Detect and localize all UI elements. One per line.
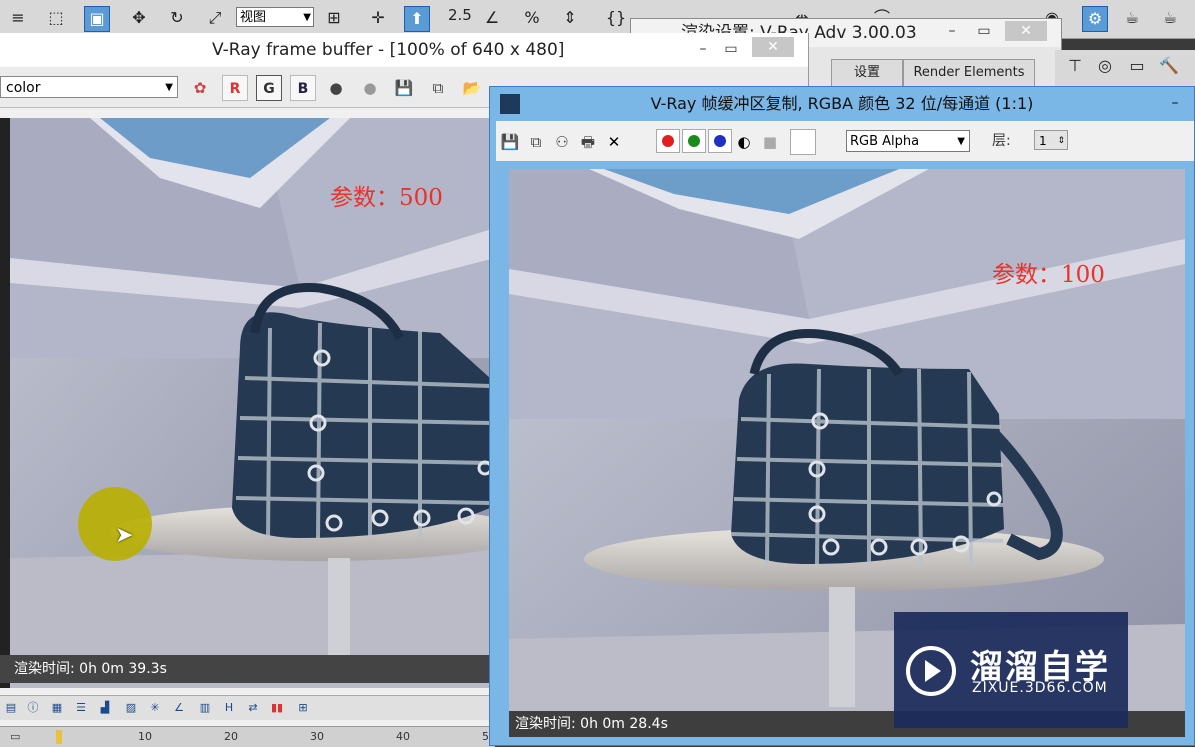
rotate-icon[interactable]: ↻ [165, 6, 189, 30]
vfb-copy-toolbar: 💾 ⧉ ⚇ 🖶 ✕ ◐ ■ RGB Alpha ▼ 层: 1 ⇕ [496, 121, 1194, 161]
background-color-swatch[interactable] [790, 129, 816, 155]
load-icon[interactable]: 📂 [460, 76, 484, 100]
vfb-main-title: V-Ray frame buffer - [100% of 640 x 480]… [0, 33, 808, 67]
levels-icon[interactable]: ▦ [48, 700, 66, 716]
compare-icon[interactable]: ⇄ [244, 700, 262, 716]
vray-logo-icon [500, 94, 520, 114]
spinner-snap-icon[interactable]: ⇕ [558, 6, 582, 30]
render-production-icon[interactable]: ☕ [1158, 6, 1182, 30]
copy-icon[interactable]: ⧉ [524, 130, 548, 154]
utilities-icon[interactable]: 🔨 [1157, 54, 1181, 78]
close-button[interactable]: ✕ [752, 37, 794, 57]
channel-mode-select[interactable]: RGB Alpha ▼ [846, 130, 970, 152]
render-frame-icon[interactable]: ☕ [1120, 6, 1144, 30]
info-icon[interactable]: ⓘ [24, 700, 42, 716]
command-panel-tabs: ⊤ ◎ ▭ 🔨 [1055, 50, 1195, 86]
timeline[interactable]: ▭ 10 20 30 40 5 [0, 726, 495, 747]
ab-icon[interactable]: ▮▮ [268, 700, 286, 716]
tick-label: 30 [310, 730, 324, 743]
percent-snap-icon[interactable]: % [520, 6, 544, 30]
watermark-en: ZIXUE.3D66.COM [972, 680, 1108, 696]
red-channel-toggle[interactable] [656, 129, 680, 153]
watermark: 溜溜自学 ZIXUE.3D66.COM [894, 612, 1128, 728]
close-button[interactable]: ✕ [1005, 21, 1047, 41]
save-icon[interactable]: 💾 [498, 130, 522, 154]
move-icon[interactable]: ✥ [127, 6, 151, 30]
exposure-icon[interactable]: ▨ [122, 700, 140, 716]
tick-label: 20 [224, 730, 238, 743]
select-list-icon[interactable]: ≡ [6, 6, 30, 30]
lut-icon[interactable]: ☰ [72, 700, 90, 716]
align-icon[interactable]: ✛ [366, 6, 390, 30]
param-label-main: 参数：500 [330, 185, 443, 211]
timeline-slider[interactable]: ▭ [10, 730, 20, 743]
blue-channel-toggle[interactable] [708, 129, 732, 153]
minimize-button[interactable]: – [690, 39, 716, 59]
tick-label: 40 [396, 730, 410, 743]
histogram-icon[interactable]: ▟ [96, 700, 114, 716]
tab-render-elements[interactable]: Render Elements [903, 59, 1035, 87]
snap-value: 2.5 [448, 6, 472, 24]
minimize-button[interactable]: – [939, 21, 965, 41]
scale-icon[interactable]: ⤢ [203, 6, 227, 30]
green-channel-button[interactable]: G [256, 75, 282, 101]
layer-label: 层: [992, 133, 1011, 149]
render-setup-icon[interactable]: ⚙ [1082, 6, 1108, 32]
render-time-status-main: 渲染时间: 0h 0m 39.3s [0, 655, 495, 683]
ocio-icon[interactable]: ▥ [196, 700, 214, 716]
history-icon[interactable]: ▤ [2, 700, 20, 716]
named-selection-icon[interactable]: {} [604, 6, 628, 30]
window-crossing-icon[interactable]: ▣ [84, 6, 110, 32]
mouse-cursor-icon: ➤ [115, 523, 134, 548]
tab-settings[interactable]: 设置 [831, 59, 903, 87]
alpha-toggle-icon[interactable]: ◐ [732, 130, 756, 154]
save-all-icon[interactable]: ⧉ [426, 76, 450, 100]
motion-icon[interactable]: ◎ [1093, 54, 1117, 78]
region-select-icon[interactable]: ⬚ [44, 6, 68, 30]
print-icon[interactable]: 🖶 [576, 130, 600, 154]
tick-label: 5 [482, 730, 489, 743]
hierarchy-icon[interactable]: ⊤ [1063, 54, 1087, 78]
param-label-copy: 参数：100 [992, 262, 1105, 288]
alpha-channel-icon[interactable]: ● [324, 76, 348, 100]
curve-icon[interactable]: ∠ [170, 700, 188, 716]
mono-toggle-icon[interactable]: ■ [758, 130, 782, 154]
region-icon[interactable]: ⊞ [294, 700, 312, 716]
maximize-button[interactable]: ▭ [718, 39, 744, 59]
blue-channel-button[interactable]: B [290, 75, 316, 101]
clear-icon[interactable]: ✕ [602, 130, 626, 154]
save-icon[interactable]: 💾 [392, 76, 416, 100]
green-channel-toggle[interactable] [682, 129, 706, 153]
bloom-icon[interactable]: ✳ [146, 700, 164, 716]
snap-icon[interactable]: ⬆ [404, 6, 430, 32]
play-logo-icon [906, 646, 956, 696]
vfb-main-bottom-toolbar: ▤ ⓘ ▦ ☰ ▟ ▨ ✳ ∠ ▥ H ⇄ ▮▮ ⊞ [0, 695, 495, 720]
angle-snap-icon[interactable]: ∠ [480, 6, 504, 30]
maximize-button[interactable]: ▭ [971, 21, 997, 41]
clone-icon[interactable]: ⚇ [550, 130, 574, 154]
mono-icon[interactable]: ● [358, 76, 382, 100]
minimize-button[interactable]: – [1162, 93, 1188, 113]
time-marker[interactable] [56, 730, 62, 744]
h-icon[interactable]: H [220, 700, 238, 716]
red-channel-button[interactable]: R [222, 75, 248, 101]
pivot-icon[interactable]: ⊞ [322, 6, 346, 30]
layer-spinner[interactable]: 1 ⇕ [1034, 130, 1068, 150]
vfb-copy-title: V-Ray 帧缓冲区复制, RGBA 颜色 32 位/每通道 (1:1) – [490, 87, 1194, 121]
display-icon[interactable]: ▭ [1125, 54, 1149, 78]
channel-select[interactable]: color ▼ [0, 76, 178, 98]
color-channels-icon[interactable]: ✿ [188, 76, 212, 100]
tick-label: 10 [138, 730, 152, 743]
view-select[interactable]: 视图 ▼ [236, 7, 314, 27]
